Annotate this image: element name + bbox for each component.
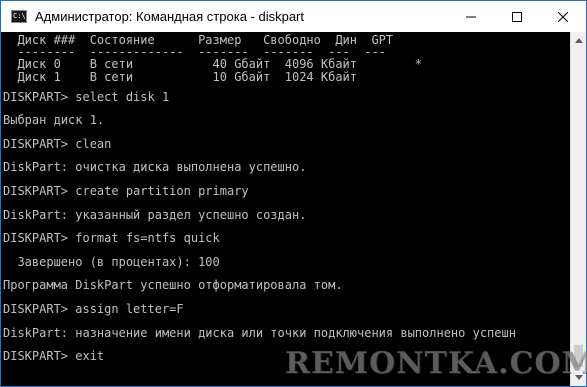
console-window: C:\ Администратор: Командная строка - di… bbox=[0, 0, 587, 387]
console-line: DiskPart: очистка диска выполнена успешн… bbox=[3, 160, 307, 175]
title-bar[interactable]: C:\ Администратор: Командная строка - di… bbox=[1, 1, 586, 32]
console-line: DISKPART> format fs=ntfs quick bbox=[3, 231, 220, 246]
scroll-up-button[interactable] bbox=[571, 32, 587, 49]
minimize-icon bbox=[466, 16, 476, 17]
console-line: DISKPART> select disk 1 bbox=[3, 89, 170, 104]
close-icon bbox=[558, 11, 568, 22]
console-line: Диск 1 В сети 10 Gбайт 1024 Kбайт bbox=[3, 69, 358, 84]
chevron-up-icon bbox=[575, 38, 583, 43]
console-line: DISKPART> exit bbox=[3, 349, 105, 364]
window-controls bbox=[448, 1, 586, 32]
console-line: DISKPART> create partition primary bbox=[3, 184, 249, 198]
console-line: Выбран диск 1. bbox=[3, 113, 105, 128]
maximize-button[interactable] bbox=[494, 1, 540, 32]
console-line: DISKPART> assign letter=F bbox=[3, 302, 184, 316]
console-line: DiskPart: указанный раздел успешно созда… bbox=[3, 207, 307, 222]
console-line: DiskPart: назначение имени диска или точ… bbox=[3, 325, 516, 340]
console-app-icon: C:\ bbox=[11, 10, 27, 23]
console-output[interactable]: Диск ### Состояние Размер Свободно Дин G… bbox=[1, 32, 570, 386]
window-title: Администратор: Командная строка - diskpa… bbox=[35, 9, 305, 24]
close-button[interactable] bbox=[540, 1, 586, 32]
maximize-icon bbox=[512, 11, 522, 22]
console-line: DISKPART> clean bbox=[3, 136, 112, 151]
minimize-button[interactable] bbox=[448, 1, 494, 32]
console-line: Завершено (в процентах): 100 bbox=[3, 254, 220, 269]
watermark: REMONTKA.COM bbox=[285, 346, 587, 381]
vertical-scrollbar[interactable] bbox=[570, 32, 586, 386]
console-line: Программа DiskPart успешно отформатирова… bbox=[3, 278, 343, 293]
